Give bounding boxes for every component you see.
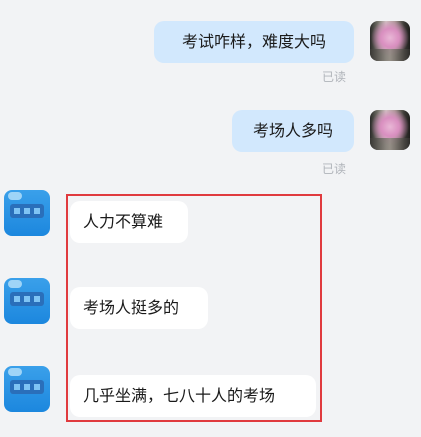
contact-avatar[interactable] bbox=[4, 366, 50, 412]
read-receipt: 已读 bbox=[322, 162, 347, 176]
my-avatar[interactable] bbox=[370, 110, 410, 150]
contact-avatar[interactable] bbox=[4, 190, 50, 236]
message-bubble-outgoing[interactable]: 考试咋样，难度大吗 bbox=[154, 21, 354, 63]
message-bubble-outgoing[interactable]: 考场人多吗 bbox=[232, 110, 354, 152]
my-avatar[interactable] bbox=[370, 21, 410, 61]
contact-avatar[interactable] bbox=[4, 278, 50, 324]
read-receipt: 已读 bbox=[322, 70, 347, 84]
highlight-box bbox=[66, 194, 322, 422]
